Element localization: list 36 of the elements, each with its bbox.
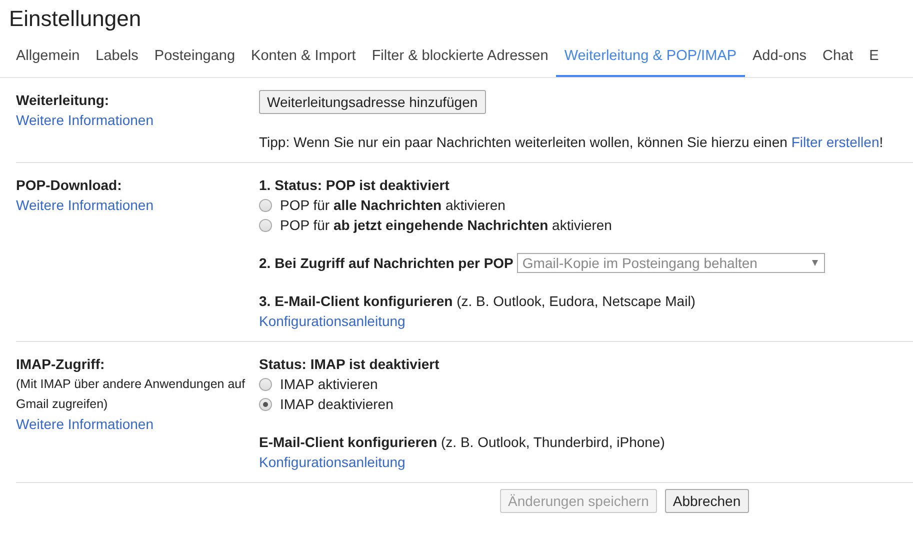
settings-tab[interactable]: Add-ons: [744, 38, 815, 77]
settings-tab[interactable]: E: [861, 38, 887, 77]
more-info-link[interactable]: Weitere Informationen: [16, 112, 154, 128]
settings-tab[interactable]: Labels: [88, 38, 146, 77]
section-label: IMAP-Zugriff:: [16, 355, 106, 374]
settings-tab[interactable]: Konten & Import: [243, 38, 364, 77]
section-label: Weiterleitung:: [16, 91, 110, 110]
settings-tab[interactable]: Chat: [814, 38, 862, 77]
select-label: 2. Bei Zugriff auf Nachrichten per POP: [259, 254, 514, 273]
radio-label: IMAP aktivieren: [280, 375, 378, 394]
config-guide-link[interactable]: Konfigurationsanleitung: [259, 454, 406, 470]
client-config-text: 3. E-Mail-Client konfigurieren (z. B. Outlook, Eudora, Netscape Mail): [259, 292, 696, 311]
radio-button[interactable]: [259, 378, 272, 390]
radio-label: POP für ab jetzt eingehende Nachrichten aktivieren: [280, 216, 612, 235]
radio-label: POP für alle Nachrichten aktivieren: [280, 196, 506, 215]
page-title: Einstellungen: [8, 5, 142, 33]
settings-tab[interactable]: Posteingang: [146, 38, 244, 77]
settings-tab[interactable]: Weiterleitung & POP/IMAP: [556, 38, 744, 77]
radio-button[interactable]: [259, 198, 272, 212]
section-note: (Mit IMAP über andere Anwendungen auf Gmail zugreifen): [16, 376, 246, 413]
create-filter-link[interactable]: Filter erstellen: [791, 134, 880, 150]
status-heading: 1. Status: POP ist deaktiviert: [259, 176, 450, 195]
tip-text: Tipp: Wenn Sie nur ein paar Nachrichten weiterleiten wollen, können Sie hierzu einen Filter erstellen!: [259, 133, 884, 152]
config-guide-link[interactable]: Konfigurationsanleitung: [259, 313, 406, 329]
more-info-link[interactable]: Weitere Informationen: [16, 197, 154, 213]
radio-label: IMAP deaktivieren: [280, 395, 394, 414]
settings-tab[interactable]: Filter & blockierte Adressen: [364, 38, 556, 77]
radio-button[interactable]: [259, 398, 272, 410]
settings-tab[interactable]: Allgemein: [8, 38, 88, 77]
section-label: POP-Download:: [16, 176, 123, 195]
footer-button[interactable]: Abbrechen: [664, 489, 749, 513]
add-forwarding-button[interactable]: Weiterleitungsadresse hinzufügen: [259, 90, 486, 114]
client-config-text: E-Mail-Client konfigurieren (z. B. Outlook, Thunderbird, iPhone): [259, 433, 666, 452]
status-heading: Status: IMAP ist deaktiviert: [259, 355, 440, 374]
radio-button[interactable]: [259, 218, 272, 232]
more-info-link[interactable]: Weitere Informationen: [16, 416, 154, 432]
